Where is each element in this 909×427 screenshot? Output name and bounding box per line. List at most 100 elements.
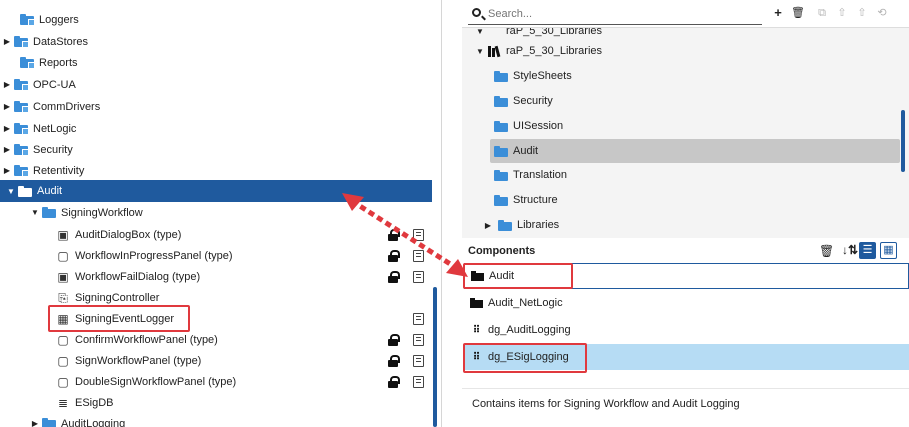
folder-icon (494, 95, 508, 107)
tree-item-label: Reports (39, 56, 78, 69)
grid-view-icon[interactable]: ▦ (880, 242, 897, 259)
library-tree-item-rap-libraries[interactable]: ▼ raP_5_30_Libraries (474, 39, 900, 63)
tree-item-loggers[interactable]: Loggers (0, 9, 432, 30)
tree-item-reports[interactable]: Reports (0, 52, 432, 73)
lock-icon (388, 354, 400, 367)
lock-icon (388, 375, 400, 388)
tree-item-label: OPC-UA (33, 78, 76, 91)
sort-icon[interactable]: ↓⇅ (842, 243, 858, 257)
folder-icon (42, 207, 56, 218)
tree-item-label: Libraries (517, 219, 560, 231)
properties-icon[interactable] (413, 375, 424, 388)
tree-item-label: UISession (513, 120, 564, 132)
tree-item-label: SigningWorkflow (61, 206, 143, 219)
collapse-arrow-icon[interactable]: ▼ (6, 187, 16, 196)
tree-item-confirmworkflowpanel[interactable]: ▢ ConfirmWorkflowPanel (type) (0, 329, 432, 350)
panel-type-icon: ▢ (57, 374, 69, 389)
library-browser-panel: ▼ raP_5_30_Libraries ▼ raP_5_30_Librarie… (462, 0, 909, 427)
tree-item-label: Security (33, 143, 73, 156)
panel-type-icon: ▢ (57, 353, 69, 368)
search-icon (472, 8, 481, 17)
collapse-arrow-icon[interactable]: ▼ (474, 28, 486, 36)
copy-icon[interactable]: ⧉ (814, 6, 830, 20)
tree-item-netlogic[interactable]: ▶ NetLogic (0, 118, 432, 139)
delete-icon[interactable]: 🗑 (790, 6, 806, 20)
component-item-dg-auditlogging[interactable]: ⠿ dg_AuditLogging (464, 317, 909, 343)
tree-item-datastores[interactable]: ▶ DataStores (0, 31, 432, 52)
highlight-box-dg-esiglogging (463, 343, 587, 373)
collapse-arrow-icon[interactable]: ▼ (30, 208, 40, 217)
properties-icon[interactable] (413, 354, 424, 367)
tree-item-label: DoubleSignWorkflowPanel (type) (75, 375, 237, 388)
divider (462, 388, 909, 389)
add-icon[interactable]: + (770, 6, 786, 20)
library-tree-item-stylesheets[interactable]: StyleSheets (490, 64, 900, 88)
tree-item-retentivity[interactable]: ▶ Retentivity (0, 160, 432, 181)
folder-icon (14, 123, 29, 135)
folder-icon (494, 120, 508, 132)
tree-item-auditlogging[interactable]: ▶ AuditLogging (0, 413, 432, 427)
expand-arrow-icon[interactable]: ▶ (30, 419, 40, 427)
library-tree-item-structure[interactable]: Structure (490, 188, 900, 212)
tree-item-commdrivers[interactable]: ▶ CommDrivers (0, 96, 432, 117)
tree-item-esigdb[interactable]: ≣ ESigDB (0, 392, 432, 413)
panel-type-icon: ▢ (57, 248, 69, 263)
library-icon (488, 28, 502, 37)
tree-item-label: SigningController (75, 291, 160, 304)
tree-item-label: NetLogic (33, 122, 77, 135)
library-icon (488, 45, 502, 57)
tree-item-label: ESigDB (75, 396, 114, 409)
tree-item-label: Retentivity (33, 164, 85, 177)
library-tree-item-libraries[interactable]: ▶ Libraries (482, 213, 900, 237)
tree-item-label: ConfirmWorkflowPanel (type) (75, 333, 218, 346)
folder-icon (494, 194, 508, 206)
folder-icon (14, 79, 29, 91)
drag-arrow-icon (342, 193, 468, 277)
tree-item-security[interactable]: ▶ Security (0, 139, 432, 160)
collapse-arrow-icon[interactable]: ▼ (474, 47, 486, 56)
dialog-type-icon: ▣ (57, 269, 69, 284)
tree-item-label: Security (513, 95, 553, 107)
tree-item-doublesignworkflowpanel[interactable]: ▢ DoubleSignWorkflowPanel (type) (0, 371, 432, 392)
search-toolbar: + 🗑 ⧉ ⇧ ⇧ ⟲ (462, 0, 909, 28)
delete-icon[interactable]: 🗑 (819, 244, 834, 258)
folder-icon (14, 165, 29, 177)
component-item-audit-netlogic[interactable]: Audit_NetLogic (464, 290, 909, 316)
expand-arrow-icon[interactable]: ▶ (482, 221, 494, 230)
properties-icon[interactable] (413, 333, 424, 346)
library-tree-item-uisession[interactable]: UISession (490, 114, 900, 138)
expand-arrow-icon[interactable]: ▶ (2, 124, 12, 133)
lock-icon (388, 333, 400, 346)
expand-arrow-icon[interactable]: ▶ (2, 80, 12, 89)
tree-item-label: Audit (513, 145, 539, 157)
library-tree-item-translation[interactable]: Translation (490, 163, 900, 187)
expand-arrow-icon[interactable]: ▶ (2, 102, 12, 111)
expand-arrow-icon[interactable]: ▶ (2, 145, 12, 154)
tree-item-label: raP_5_30_Libraries (506, 45, 603, 57)
vertical-scrollbar[interactable] (901, 110, 905, 172)
folder-icon (42, 418, 56, 427)
vertical-scrollbar[interactable] (433, 287, 437, 427)
folder-icon (494, 145, 508, 157)
search-input[interactable] (488, 6, 758, 22)
library-tree-item-security[interactable]: Security (490, 89, 900, 113)
datagrid-icon: ⠿ (472, 324, 481, 336)
expand-arrow-icon[interactable]: ▶ (2, 166, 12, 175)
tree-item-label: SignWorkflowPanel (type) (75, 354, 202, 367)
tree-item-label: Audit (37, 185, 63, 197)
export-icon[interactable]: ⇧ (854, 6, 870, 20)
folder-icon (18, 185, 32, 197)
move-up-icon[interactable]: ⇧ (834, 6, 850, 20)
expand-arrow-icon[interactable]: ▶ (2, 37, 12, 46)
tree-item-opc-ua[interactable]: ▶ OPC-UA (0, 74, 432, 95)
library-tree: ▼ raP_5_30_Libraries ▼ raP_5_30_Librarie… (462, 28, 909, 238)
list-view-icon[interactable]: ☰ (859, 242, 876, 259)
properties-icon[interactable] (413, 312, 424, 325)
tree-item-label: WorkflowFailDialog (type) (75, 270, 201, 283)
library-tree-item-audit[interactable]: Audit (490, 139, 900, 163)
history-icon[interactable]: ⟲ (874, 6, 890, 20)
netlogic-icon: ⎘ (58, 290, 68, 305)
component-description: Contains items for Signing Workflow and … (472, 398, 740, 410)
tree-item-signworkflowpanel[interactable]: ▢ SignWorkflowPanel (type) (0, 350, 432, 371)
database-icon: ≣ (57, 395, 69, 410)
